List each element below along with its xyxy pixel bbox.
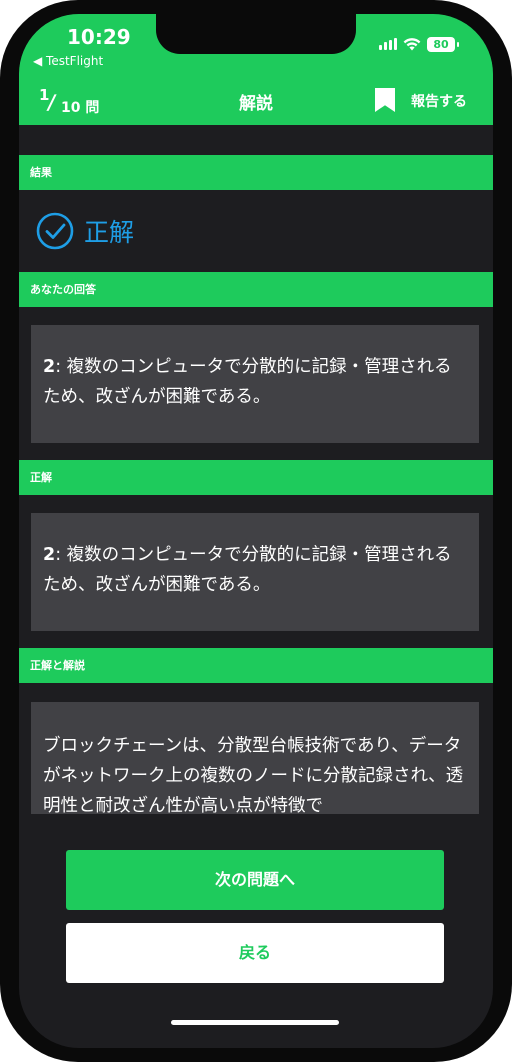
your-answer-card: 2: 複数のコンピュータで分散的に記録・管理されるため、改ざんが困難である。 [31,325,479,443]
signal-icon [379,38,397,50]
back-button[interactable]: 戻る [66,923,444,983]
volume-up-button [0,226,4,290]
app-header: 10:29 ◀ TestFlight 80 1 / 10 問 解説 報告する [19,14,493,125]
home-indicator[interactable] [171,1020,339,1025]
your-answer-number: 2 [43,357,56,377]
result-text: 正解 [84,218,135,247]
back-to-testflight-link[interactable]: ◀ TestFlight [33,54,103,68]
next-question-button[interactable]: 次の問題へ [66,850,444,910]
check-circle-icon [36,212,74,250]
status-icons: 80 [379,36,459,52]
power-button [508,236,512,336]
correct-answer-text: : 複数のコンピュータで分散的に記録・管理されるため、改ざんが困難である。 [43,545,452,595]
wifi-icon [403,38,421,51]
explanation-card[interactable]: ブロックチェーンは、分散型台帳技術であり、データがネットワーク上の複数のノードに… [31,702,479,814]
your-answer-text: : 複数のコンピュータで分散的に記録・管理されるため、改ざんが困難である。 [43,357,452,407]
explanation-text: ブロックチェーンは、分散型台帳技術であり、データがネットワーク上の複数のノードに… [43,736,464,814]
status-time: 10:29 [67,25,131,49]
volume-down-button [0,304,4,368]
section-header-correct: 正解 [19,460,493,495]
battery-icon: 80 [427,36,455,52]
section-header-result: 結果 [19,155,493,190]
correct-answer-number: 2 [43,545,56,565]
dynamic-island [156,14,356,54]
result-indicator: 正解 [36,212,134,250]
battery-tip [457,41,459,47]
section-header-explanation: 正解と解説 [19,648,493,683]
action-button [0,166,4,204]
section-header-your-answer: あなたの回答 [19,272,493,307]
app-screen: 10:29 ◀ TestFlight 80 1 / 10 問 解説 報告する 結… [19,14,493,1048]
report-button[interactable]: 報告する [411,91,467,111]
correct-answer-card: 2: 複数のコンピュータで分散的に記録・管理されるため、改ざんが困難である。 [31,513,479,631]
